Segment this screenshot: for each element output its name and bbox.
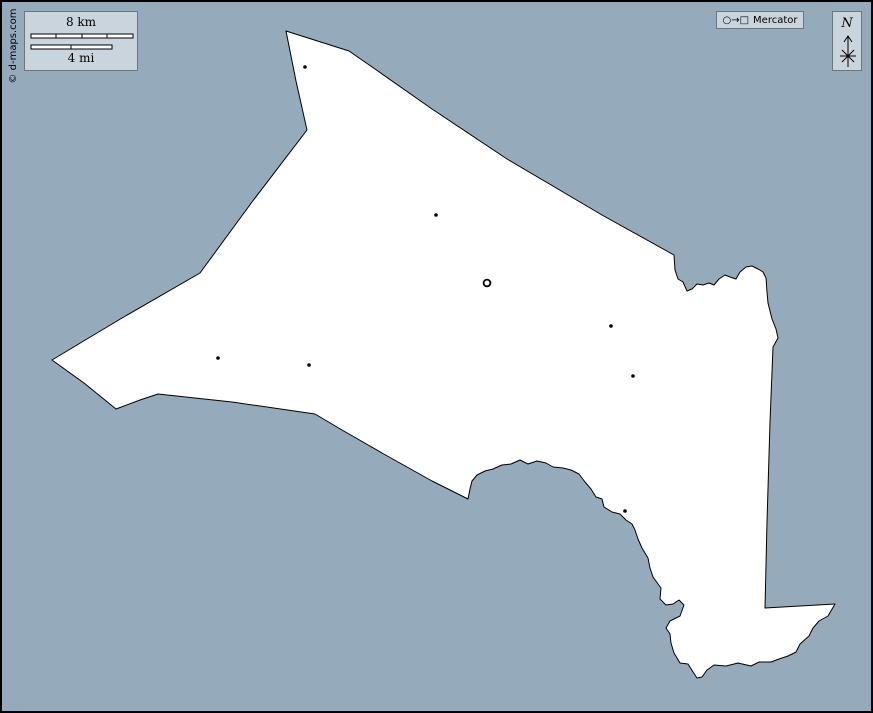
projection-icon: ○→□	[722, 14, 750, 26]
scale-bar-panel: 8 km 4 mi	[24, 11, 138, 71]
projection-label: ○→□ Mercator	[716, 11, 804, 29]
map-frame: © d-maps.com 8 km 4 mi ○→□ Mercator N	[0, 0, 873, 713]
town-dot	[434, 213, 438, 217]
scale-mi-label: 4 mi	[67, 51, 95, 65]
town-dot	[631, 374, 635, 378]
town-dot	[303, 65, 307, 69]
town-dot	[307, 363, 311, 367]
town-dot	[623, 509, 627, 513]
projection-name: Mercator	[753, 14, 798, 26]
compass-rose-icon	[840, 35, 856, 67]
town-dot	[216, 356, 220, 360]
north-compass: N	[832, 11, 862, 71]
copyright-credit: © d-maps.com	[8, 8, 19, 84]
town-dot	[609, 324, 613, 328]
map-canvas	[2, 2, 871, 711]
